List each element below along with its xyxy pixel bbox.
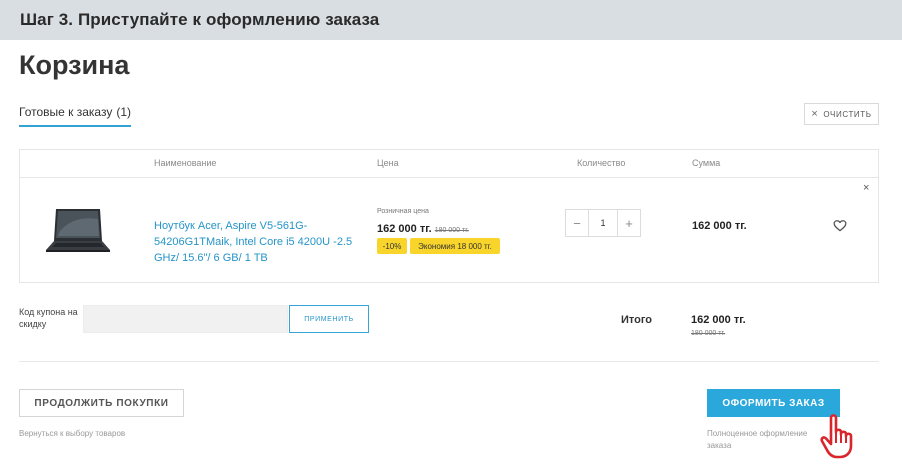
discount-badge: -10% bbox=[377, 238, 407, 254]
header-price: Цена bbox=[377, 158, 399, 168]
header-sum: Сумма bbox=[692, 158, 721, 168]
tab-ready-to-order[interactable]: Готовые к заказу (1) bbox=[19, 105, 131, 127]
laptop-image[interactable] bbox=[44, 207, 112, 254]
remove-item-icon[interactable]: × bbox=[863, 182, 869, 194]
table-header: Наименование Цена Количество Сумма bbox=[20, 150, 878, 178]
retail-price-label: Розничная цена bbox=[377, 208, 429, 215]
continue-shopping-button[interactable]: ПРОДОЛЖИТЬ ПОКУПКИ bbox=[19, 389, 184, 417]
tab-ready-count: (1) bbox=[116, 105, 131, 119]
close-icon: × bbox=[811, 108, 819, 120]
cart-table: Наименование Цена Количество Сумма Ноутб… bbox=[19, 149, 879, 283]
continue-hint: Вернуться к выбору товаров bbox=[19, 429, 126, 438]
total-sum: 162 000 тг. bbox=[691, 314, 746, 326]
divider bbox=[19, 361, 879, 362]
header-name: Наименование bbox=[154, 158, 217, 168]
row-sum: 162 000 тг. bbox=[692, 220, 747, 232]
total-label: Итого bbox=[621, 314, 653, 326]
tab-ready-label: Готовые к заказу bbox=[19, 105, 113, 119]
total-old-sum: 180 000 тг. bbox=[691, 330, 726, 337]
quantity-minus-button[interactable]: − bbox=[566, 210, 588, 236]
clear-cart-button[interactable]: × ОЧИСТИТЬ bbox=[804, 103, 879, 125]
step-banner-text: Шаг 3. Приступайте к оформлению заказа bbox=[20, 10, 380, 29]
coupon-label: Код купона на скидку bbox=[19, 307, 78, 329]
quantity-stepper: − 1 + bbox=[565, 209, 641, 237]
step-banner: Шаг 3. Приступайте к оформлению заказа bbox=[0, 0, 902, 40]
hand-pointer-icon bbox=[820, 414, 853, 459]
header-quantity: Количество bbox=[577, 158, 626, 168]
page-title: Корзина bbox=[19, 50, 130, 80]
unit-price: 162 000 тг. bbox=[377, 223, 432, 235]
quantity-value[interactable]: 1 bbox=[588, 210, 618, 236]
checkout-hint: Полноценное оформление заказа bbox=[707, 429, 808, 450]
product-name-link[interactable]: Ноутбук Acer, Aspire V5-561G-54206G1TMai… bbox=[154, 218, 354, 266]
savings-badge: Экономия 18 000 тг. bbox=[410, 238, 500, 254]
price-row: 162 000 тг. 180 000 тг. bbox=[377, 219, 469, 237]
apply-coupon-button[interactable]: ПРИМЕНИТЬ bbox=[289, 305, 369, 333]
heart-icon[interactable] bbox=[833, 219, 847, 233]
quantity-plus-button[interactable]: + bbox=[618, 210, 640, 236]
clear-cart-label: ОЧИСТИТЬ bbox=[823, 109, 872, 119]
unit-old-price: 180 000 тг. bbox=[434, 227, 469, 234]
coupon-input[interactable] bbox=[83, 305, 288, 333]
